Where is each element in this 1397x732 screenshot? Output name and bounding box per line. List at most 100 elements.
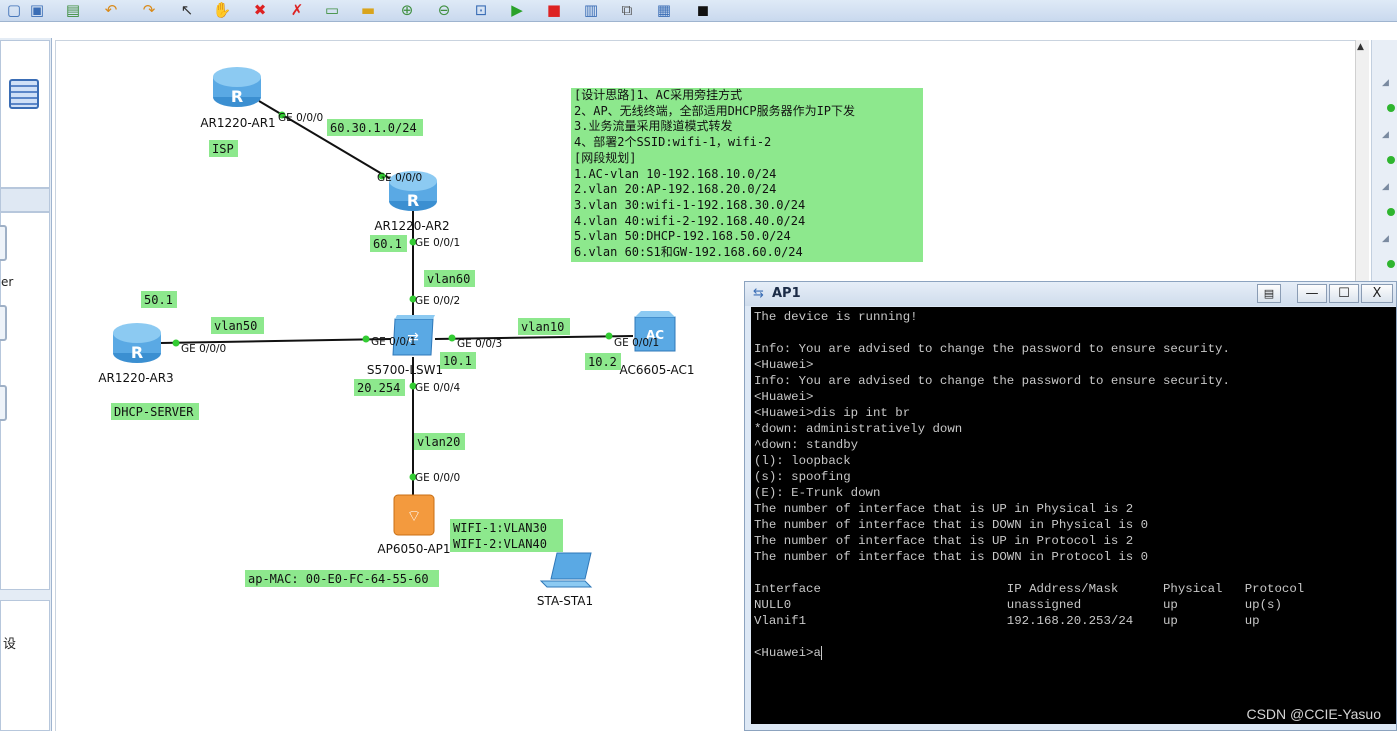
port-label: GE 0/0/2 [415,295,460,307]
label-isp-network: 60.30.1.0/24 [330,121,417,135]
maximize-button[interactable]: ☐ [1329,284,1359,303]
label-wifi1: WIFI-1:VLAN30 [453,521,547,535]
port-label: GE 0/0/1 [614,337,659,349]
status-dot-icon [1387,208,1395,216]
svg-text:R: R [407,191,419,210]
redo-icon[interactable]: ↷ [139,1,159,19]
terminal-output[interactable]: The device is running! Info: You are advi… [751,307,1396,724]
grid-icon[interactable]: ▦ [654,1,674,19]
terminal-line: <Huawei> [754,390,814,404]
label-vlan50: vlan50 [214,319,257,333]
station-sta1-icon[interactable] [539,552,593,588]
expand-icon[interactable]: ◢ [1382,182,1389,192]
main-toolbar: ▢ ▣ ▤ ↶ ↷ ↖ ✋ ✖ ✗ ▭ ▬ ⊕ ⊖ ⊡ ▶ ■ ▥ ⧉ ▦ ◼ [0,0,1397,22]
switch-lsw1-icon[interactable]: ⇄ [392,315,435,356]
terminal-line: <Huawei>a [754,645,822,660]
design-note-line: [设计思路]1、AC采用旁挂方式 [574,88,743,102]
svg-text:R: R [131,343,143,362]
scroll-up-icon[interactable]: ▲ [1357,42,1364,52]
label-vlan10: vlan10 [521,320,564,334]
delete-all-icon[interactable]: ✗ [287,1,307,19]
terminal-line: Interface IP Address/Mask Physical Proto… [754,582,1305,596]
terminal-line: (E): E-Trunk down [754,486,881,500]
label-vlan60: vlan60 [427,272,470,286]
terminal-line: The number of interface that is DOWN in … [754,550,1149,564]
select-icon[interactable]: ↖ [177,1,197,19]
zoom-in-icon[interactable]: ⊕ [397,1,417,19]
device-icon[interactable] [0,225,7,261]
expand-icon[interactable]: ◢ [1382,234,1389,244]
save-as-icon[interactable]: ▤ [63,1,83,19]
cli-icon[interactable]: ◼ [693,1,713,19]
device-name-ac1: AC6605-AC1 [620,363,695,377]
port-label: GE 0/0/0 [377,172,422,184]
terminal-line: *down: administratively down [754,422,963,436]
expand-icon[interactable]: ◢ [1382,78,1389,88]
tile-icon[interactable]: ▤ [1257,284,1281,303]
terminal-app-icon: ⇆ [753,286,764,301]
design-note-line: 2.vlan 20:AP-192.168.20.0/24 [574,182,777,197]
router-ar3-icon[interactable]: R [113,323,161,363]
terminal-line: Info: You are advised to change the pass… [754,374,1230,388]
hand-icon[interactable]: ✋ [212,1,232,19]
port-label: GE 0/0/4 [415,382,461,394]
terminal-titlebar[interactable]: ⇆ AP1 ▤ — ☐ X [745,282,1396,306]
terminal-line: <Huawei> [754,358,814,372]
capture-icon[interactable]: ▥ [581,1,601,19]
port-label: GE 0/0/0 [278,112,323,124]
terminal-line: Info: You are advised to change the pass… [754,342,1230,356]
device-icon[interactable] [0,305,7,341]
design-note-line: 1.AC-vlan 10-192.168.10.0/24 [574,166,777,181]
stop-icon[interactable]: ■ [544,1,564,19]
design-note-line: 3.业务流量采用隧道模式转发 [574,119,733,134]
port-dot [362,335,370,343]
port-label: GE 0/0/0 [415,472,460,484]
canvas-scrollbar[interactable]: ▲ [1355,40,1369,290]
terminal-line: ^down: standby [754,438,859,452]
description-label: 设 [3,637,17,652]
design-note-line: 2、AP、无线终端，全部适用DHCP服务器作为IP下发 [574,103,856,118]
label-ap-mac: ap-MAC: 00-E0-FC-64-55-60 [248,572,429,586]
fit-icon[interactable]: ⊡ [471,1,491,19]
device-name-lsw1: S5700-LSW1 [367,363,443,377]
terminal-line: NULL0 unassigned up up(s) [754,598,1282,612]
minimize-button[interactable]: — [1297,284,1327,303]
label-ip-50-1: 50.1 [144,293,173,307]
new-file-icon[interactable]: ▢ [4,1,24,19]
delete-icon[interactable]: ✖ [250,1,270,19]
device-name-ar1: AR1220-AR1 [200,116,275,130]
design-note-line: 6.vlan 60:S1和GW-192.168.60.0/24 [574,245,803,260]
close-button[interactable]: X [1361,284,1393,303]
status-dot-icon [1387,260,1395,268]
design-note-line: [网段规划] [574,150,637,165]
terminal-line: The number of interface that is UP in Ph… [754,502,1134,516]
port-label: GE 0/0/0 [181,343,226,355]
device-icon[interactable] [0,385,7,421]
server-rack-icon[interactable] [9,79,39,109]
zoom-out-icon[interactable]: ⊖ [434,1,454,19]
device-name-ar2: AR1220-AR2 [374,219,449,233]
label-ip-10-1: 10.1 [443,354,472,368]
topology-icon[interactable]: ⧉ [617,1,637,19]
rect-icon[interactable]: ▬ [358,1,378,19]
svg-text:R: R [231,87,243,106]
expand-icon[interactable]: ◢ [1382,130,1389,140]
text-icon[interactable]: ▭ [322,1,342,19]
terminal-line: (l): loopback [754,454,851,468]
port-label: GE 0/0/3 [457,338,502,350]
device-category-box [0,40,50,188]
ap-ap1-icon[interactable]: ⌔ [393,494,435,536]
design-note-line: 3.vlan 30:wifi-1-192.168.30.0/24 [574,197,806,212]
status-dot-icon [1387,156,1395,164]
undo-icon[interactable]: ↶ [101,1,121,19]
device-panel: er 设 [0,38,52,731]
port-dot [448,334,456,342]
label-ip-60-1: 60.1 [373,237,402,251]
save-icon[interactable]: ▣ [27,1,47,19]
start-icon[interactable]: ▶ [507,1,527,19]
router-ar1-icon[interactable]: R [213,67,261,107]
ap1-terminal-window[interactable]: ⇆ AP1 ▤ — ☐ X The device is running! Info… [744,281,1397,731]
device-name-ar3: AR1220-AR3 [98,371,173,385]
device-name-ap1: AP6050-AP1 [377,542,450,556]
port-label: GE 0/0/1 [371,336,416,348]
